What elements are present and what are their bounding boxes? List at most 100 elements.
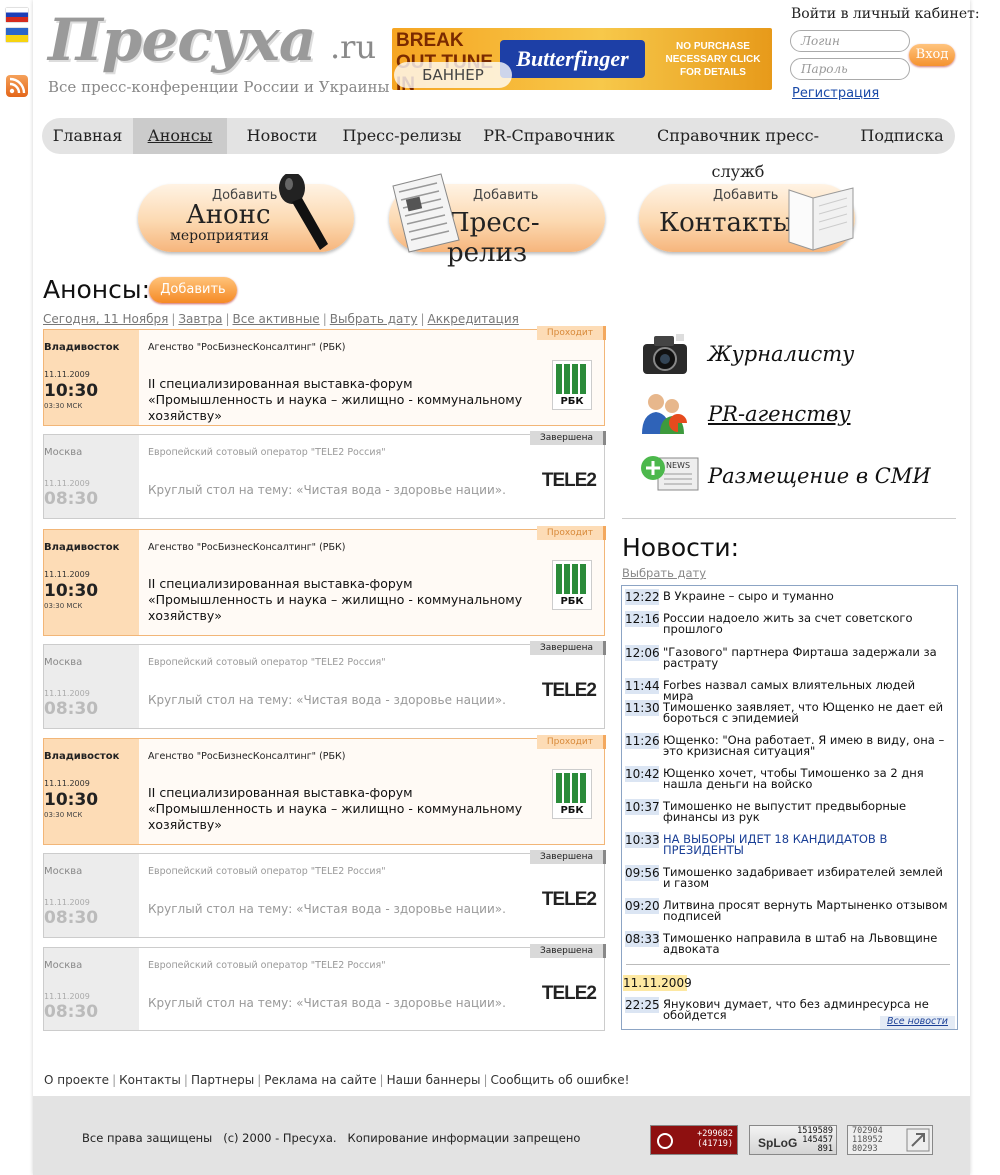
card-description[interactable]: II специализированная выставка-форум «Пр… bbox=[148, 785, 538, 833]
card-organizer: Агенство "РосБизнесКонсалтинг" (РБК) bbox=[148, 542, 346, 553]
card-status-badge: Проходит bbox=[536, 735, 606, 749]
counter-value: 891 bbox=[817, 1144, 833, 1154]
news-headline: Тимошенко не выпустит предвыборные финан… bbox=[663, 799, 907, 824]
add-announcement-sub: мероприятия bbox=[170, 228, 269, 244]
nav-item-home[interactable]: Главная bbox=[42, 118, 133, 154]
announcement-card[interactable]: Владивосток 11.11.2009 10:30 03:30 МСК Агенс… bbox=[43, 326, 606, 426]
card-time: 08:30 bbox=[44, 908, 99, 928]
arrow-icon bbox=[906, 1128, 930, 1152]
news-time: 10:37 bbox=[625, 799, 660, 815]
nav-item-press-releases[interactable]: Пресс-релизы bbox=[337, 118, 467, 154]
card-description[interactable]: Круглый стол на тему: «Чистая вода - здо… bbox=[148, 482, 538, 498]
rbk-logo-text: РБК bbox=[560, 805, 584, 816]
footer-link-advertising[interactable]: Реклама на сайте bbox=[264, 1073, 376, 1087]
rss-icon[interactable] bbox=[6, 75, 28, 97]
announcement-card[interactable]: Москва 11.11.2009 08:30 Европейский сотовый… bbox=[43, 641, 606, 729]
card-date: 11.11.2009 bbox=[44, 779, 90, 788]
card-organizer: Европейский сотовый оператор "TELE2 Росс… bbox=[148, 960, 386, 971]
add-contacts-button[interactable]: Добавить Контакты bbox=[639, 184, 855, 252]
announcement-card[interactable]: Москва 11.11.2009 08:30 Европейский сотовый… bbox=[43, 850, 606, 938]
filter-all-active[interactable]: Все активные bbox=[233, 312, 320, 326]
nav-item-subscribe[interactable]: Подписка bbox=[856, 118, 948, 154]
rbk-logo: РБК bbox=[552, 560, 592, 610]
logo-suffix[interactable]: .ru bbox=[330, 28, 376, 66]
nav-item-press-services[interactable]: Справочник пресс-служб bbox=[633, 118, 843, 181]
card-city: Владивосток bbox=[44, 751, 120, 762]
flag-ukraine-icon[interactable] bbox=[6, 28, 28, 42]
news-headline: Ющенко хочет, чтобы Тимошенко за 2 дня н… bbox=[663, 766, 924, 791]
footer-links: О проекте | Контакты | Партнеры | Реклама на с… bbox=[44, 1073, 630, 1087]
card-status-badge: Проходит bbox=[536, 326, 606, 340]
announcements-title: Анонсы: bbox=[43, 275, 150, 304]
announcement-card[interactable]: Владивосток 11.11.2009 10:30 03:30 МСК Агенс… bbox=[43, 526, 606, 636]
news-headline: Тимошенко заявляет, что Ющенко не дает е… bbox=[663, 700, 944, 725]
counter-logo-icon bbox=[657, 1133, 673, 1149]
tele2-logo: TELE2 bbox=[541, 470, 597, 491]
card-date: 11.11.2009 bbox=[44, 689, 90, 698]
all-news-link[interactable]: Все новости bbox=[880, 1016, 955, 1029]
card-city: Владивосток bbox=[44, 342, 120, 353]
counter-splog[interactable]: SpLoG 1519589 145457 891 bbox=[749, 1125, 837, 1155]
add-press-release-button[interactable]: Добавить Пресс-релиз bbox=[389, 173, 605, 268]
nav-item-pr-directory[interactable]: PR-Справочник bbox=[479, 118, 619, 154]
add-announcement-button[interactable]: Добавить Анонс мероприятия bbox=[138, 174, 354, 252]
ad-banner[interactable]: BREAK OUT TUNE IN Butterfinger NO PURCHA… bbox=[392, 28, 772, 90]
filter-pick-date[interactable]: Выбрать дату bbox=[330, 312, 418, 326]
counter-liveinternet[interactable]: +299682 (41719) bbox=[650, 1125, 738, 1155]
news-add-icon: NEWS bbox=[641, 456, 699, 491]
card-description[interactable]: Круглый стол на тему: «Чистая вода - здо… bbox=[148, 692, 538, 708]
password-field[interactable]: Пароль bbox=[790, 58, 910, 80]
footer-link-contacts[interactable]: Контакты bbox=[119, 1073, 181, 1087]
news-time: 08:33 bbox=[625, 931, 660, 947]
news-headline: Тимошенко направила в штаб на Львовщине … bbox=[663, 931, 938, 956]
nav-item-news[interactable]: Новости bbox=[237, 118, 327, 154]
banner-right-text: NO PURCHASE NECESSARY CLICK FOR DETAILS bbox=[665, 41, 761, 78]
login-button[interactable]: Вход bbox=[909, 44, 955, 66]
flag-russia-icon[interactable] bbox=[6, 8, 28, 22]
filter-tomorrow[interactable]: Завтра bbox=[178, 312, 222, 326]
card-timezone: 03:30 МСК bbox=[44, 402, 83, 410]
card-description[interactable]: II специализированная выставка-форум «Пр… bbox=[148, 576, 538, 624]
announcement-card[interactable]: Владивосток 11.11.2009 10:30 03:30 МСК Агенс… bbox=[43, 735, 606, 845]
nav-item-announcements[interactable]: Анонсы bbox=[133, 118, 227, 154]
card-city: Москва bbox=[44, 960, 83, 971]
card-status-badge: Завершена bbox=[529, 641, 606, 655]
card-description[interactable]: II специализированная выставка-форум «Пр… bbox=[148, 376, 538, 424]
announcement-card[interactable]: Москва 11.11.2009 08:30 Европейский сотовый… bbox=[43, 431, 606, 519]
footer-link-about[interactable]: О проекте bbox=[44, 1073, 109, 1087]
news-title: Новости: bbox=[622, 533, 740, 562]
login-field[interactable]: Логин bbox=[790, 30, 910, 52]
news-headline: В Украине – сыро и туманно bbox=[663, 589, 834, 603]
footer-link-banners[interactable]: Наши баннеры bbox=[387, 1073, 481, 1087]
people-icon bbox=[642, 394, 687, 434]
register-link[interactable]: Регистрация bbox=[792, 86, 879, 101]
footer-link-report-error[interactable]: Сообщить об ошибке! bbox=[491, 1073, 630, 1087]
footer-link-partners[interactable]: Партнеры bbox=[191, 1073, 254, 1087]
add-press-release-large: Пресс-релиз bbox=[447, 208, 540, 268]
news-time: 09:20 bbox=[625, 898, 660, 914]
news-time: 12:16 bbox=[625, 611, 660, 627]
filter-today[interactable]: Сегодня, 11 Ноября bbox=[43, 312, 168, 326]
add-press-release-small: Добавить bbox=[473, 188, 539, 203]
add-announcement-large: Анонс bbox=[186, 200, 271, 230]
rbk-logo-text: РБК bbox=[560, 396, 584, 407]
card-time: 10:30 bbox=[44, 790, 99, 810]
logo-tagline: Все пресс-конференции России и Украины bbox=[48, 78, 390, 96]
add-contacts-small: Добавить bbox=[713, 188, 779, 203]
logo-title[interactable]: Пресуха bbox=[48, 6, 316, 74]
tele2-logo: TELE2 bbox=[541, 889, 597, 910]
add-announcement-pill[interactable]: Добавить bbox=[149, 277, 237, 303]
card-description[interactable]: Круглый стол на тему: «Чистая вода - здо… bbox=[148, 901, 538, 917]
card-description[interactable]: Круглый стол на тему: «Чистая вода - здо… bbox=[148, 995, 538, 1011]
login-label: Войти в личный кабинет: bbox=[791, 6, 980, 22]
announcement-card[interactable]: Москва 11.11.2009 08:30 Европейский сотовый… bbox=[43, 944, 606, 1031]
filter-accreditation[interactable]: Аккредитация bbox=[428, 312, 519, 326]
counter-third[interactable]: 702904 118952 80293 bbox=[847, 1125, 933, 1155]
main-nav: Главная Анонсы Новости Пресс-релизы PR-С… bbox=[42, 118, 955, 181]
card-city: Москва bbox=[44, 866, 83, 877]
card-city: Владивосток bbox=[44, 542, 120, 553]
news-time: 10:42 bbox=[625, 766, 660, 782]
news-pick-date-link[interactable]: Выбрать дату bbox=[622, 566, 706, 580]
microphone-icon bbox=[279, 174, 328, 250]
news-headline: Литвина просят вернуть Мартыненко отзыво… bbox=[663, 898, 948, 923]
